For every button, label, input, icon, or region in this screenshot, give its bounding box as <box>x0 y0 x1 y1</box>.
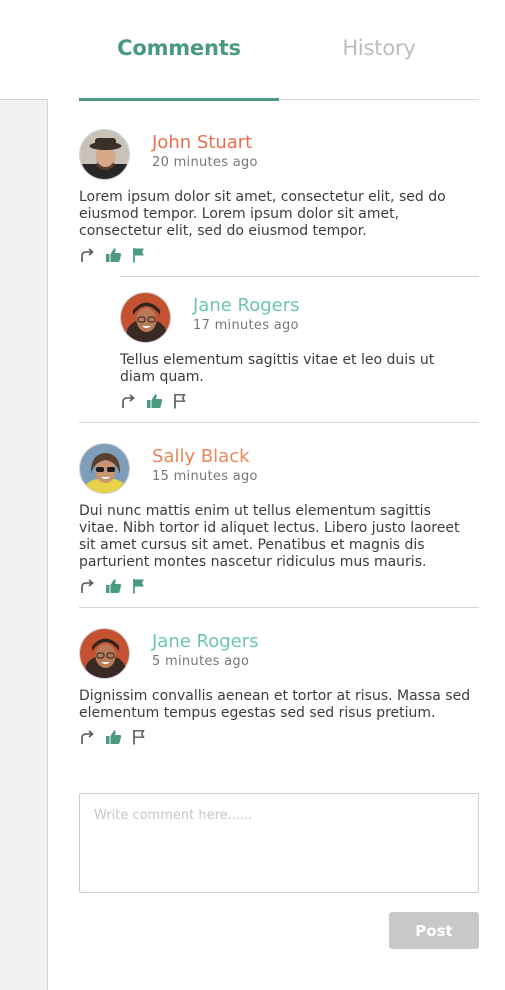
active-tab-indicator <box>79 98 279 101</box>
avatar <box>120 292 171 343</box>
comment-actions <box>120 393 197 413</box>
tab-history[interactable]: History <box>279 0 479 99</box>
flag-icon[interactable] <box>132 247 146 267</box>
comment-actions <box>79 578 156 598</box>
reply-icon[interactable] <box>79 578 95 598</box>
comment-divider <box>79 422 479 423</box>
comment-text: Tellus elementum sagittis vitae et leo d… <box>120 352 435 385</box>
avatar <box>79 129 130 180</box>
comment-author[interactable]: Sally Black <box>152 446 250 467</box>
reply-divider <box>120 276 479 277</box>
reply-icon[interactable] <box>79 247 95 267</box>
comment-text: Dignissim convallis aenean et tortor at … <box>79 688 471 721</box>
comment-actions <box>79 247 156 267</box>
thumbs-up-icon[interactable] <box>105 578 122 598</box>
comment-timestamp: 20 minutes ago <box>152 155 258 170</box>
left-sidebar-header <box>0 0 48 100</box>
comment-author[interactable]: Jane Rogers <box>152 631 259 652</box>
avatar <box>79 443 130 494</box>
comment-text: Dui nunc mattis enim ut tellus elementum… <box>79 503 460 570</box>
left-sidebar <box>0 0 48 990</box>
comment-timestamp: 15 minutes ago <box>152 469 258 484</box>
tab-bar: Comments History <box>79 0 479 101</box>
thumbs-up-icon[interactable] <box>105 247 122 267</box>
comment-timestamp: 5 minutes ago <box>152 654 250 669</box>
thumbs-up-icon[interactable] <box>146 393 163 413</box>
post-button[interactable]: Post <box>389 912 479 949</box>
flag-outline-icon[interactable] <box>173 393 187 413</box>
thumbs-up-icon[interactable] <box>105 729 122 749</box>
comment-actions <box>79 729 156 749</box>
comments-panel: Comments History <box>79 0 479 101</box>
tab-comments[interactable]: Comments <box>79 0 279 99</box>
comment-author[interactable]: John Stuart <box>152 132 252 153</box>
comment-text: Lorem ipsum dolor sit amet, consectetur … <box>79 189 446 239</box>
reply-icon[interactable] <box>120 393 136 413</box>
reply-icon[interactable] <box>79 729 95 749</box>
avatar <box>79 628 130 679</box>
comment-input[interactable] <box>79 793 479 893</box>
comment-author[interactable]: Jane Rogers <box>193 295 300 316</box>
comment-divider <box>79 607 479 608</box>
flag-icon[interactable] <box>132 578 146 598</box>
flag-outline-icon[interactable] <box>132 729 146 749</box>
comment-timestamp: 17 minutes ago <box>193 318 299 333</box>
